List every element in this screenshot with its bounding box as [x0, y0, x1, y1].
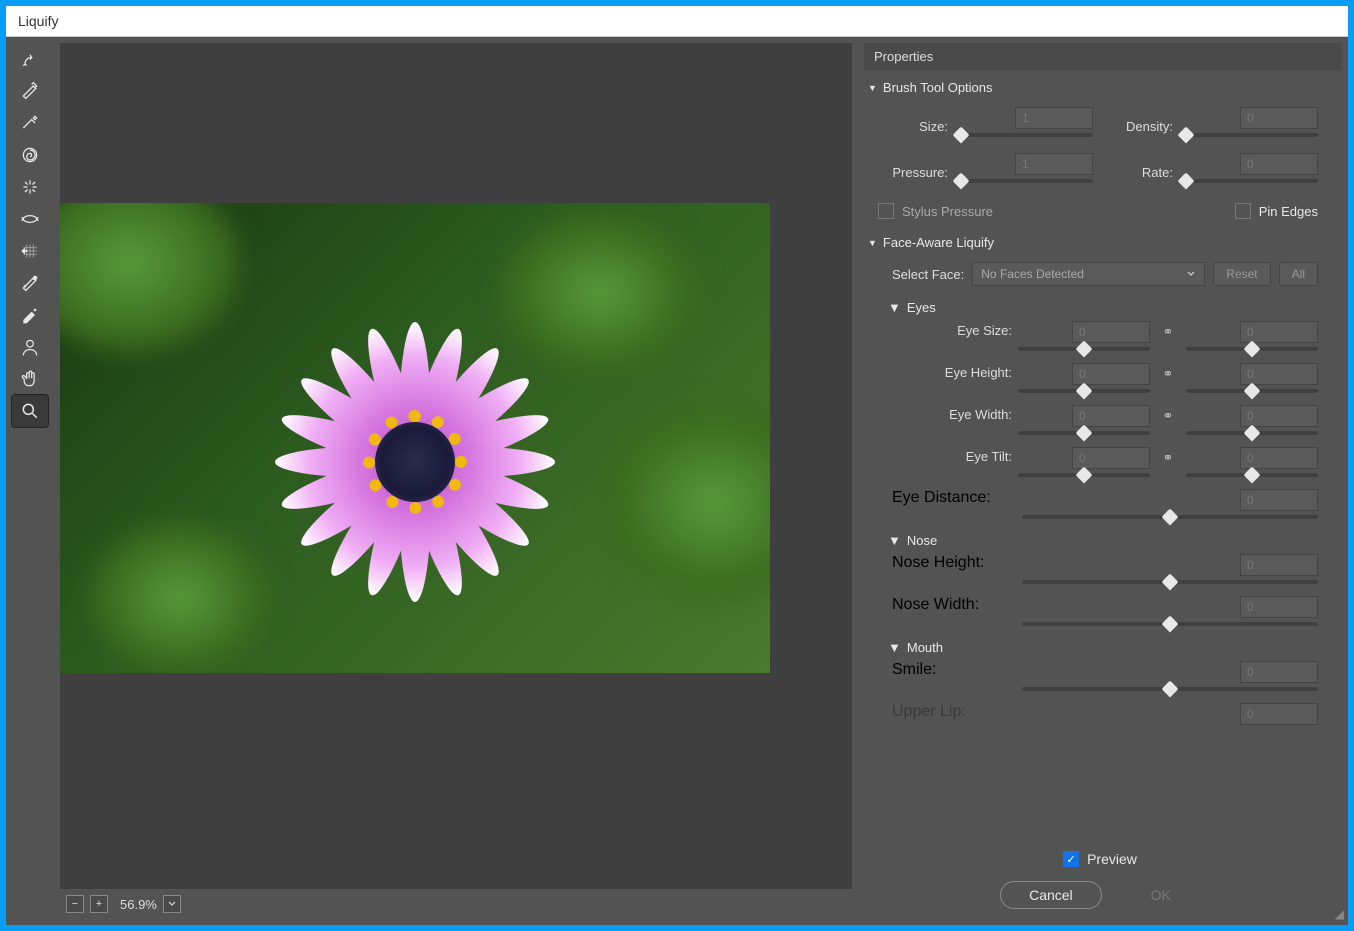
eye-distance-label: Eye Distance: [892, 489, 1012, 507]
upper-lip-label: Upper Lip: [892, 703, 1012, 721]
nose-height-slider[interactable] [1022, 578, 1318, 592]
eye-distance-slider[interactable] [1022, 513, 1318, 527]
eye-tilt-label: Eye Tilt: [892, 447, 1012, 464]
size-slider[interactable] [958, 131, 1093, 145]
bloat-tool-icon[interactable] [12, 203, 48, 235]
density-slider[interactable] [1183, 131, 1318, 145]
link-icon[interactable]: ⚭ [1156, 405, 1180, 427]
link-icon[interactable]: ⚭ [1156, 363, 1180, 385]
rate-label: Rate: [1103, 165, 1173, 180]
preview-checkbox[interactable]: ✓Preview [1063, 851, 1137, 867]
nose-width-label: Nose Width: [892, 596, 1012, 614]
zoom-in-button[interactable]: + [90, 895, 108, 913]
titlebar: Liquify [6, 6, 1348, 37]
link-icon[interactable]: ⚭ [1156, 321, 1180, 343]
face-tool-icon[interactable] [12, 331, 48, 363]
density-label: Density: [1103, 119, 1173, 134]
nose-width-slider[interactable] [1022, 620, 1318, 634]
eye-tilt-left-slider[interactable] [1018, 471, 1150, 485]
zoom-out-button[interactable]: − [66, 895, 84, 913]
properties-panel: Properties ▼Brush Tool Options Size: Den… [858, 37, 1348, 925]
mouth-subsection-header[interactable]: ▼Mouth [864, 636, 1332, 659]
smooth-tool-icon[interactable] [12, 107, 48, 139]
eye-distance-input[interactable] [1240, 489, 1318, 511]
face-section-header[interactable]: ▼Face-Aware Liquify [864, 229, 1332, 256]
rate-input[interactable] [1240, 153, 1318, 175]
zoom-tool-icon[interactable] [12, 395, 48, 427]
zoom-dropdown[interactable] [163, 895, 181, 913]
eye-height-label: Eye Height: [892, 363, 1012, 380]
pressure-label: Pressure: [878, 165, 948, 180]
pressure-slider[interactable] [958, 177, 1093, 191]
eye-width-left-input[interactable] [1072, 405, 1150, 427]
nose-width-input[interactable] [1240, 596, 1318, 618]
nose-subsection-header[interactable]: ▼Nose [864, 529, 1332, 552]
all-button[interactable]: All [1279, 262, 1318, 286]
liquify-window: Liquify [6, 6, 1348, 925]
forward-warp-tool-icon[interactable] [12, 43, 48, 75]
select-face-label: Select Face: [892, 267, 964, 282]
density-input[interactable] [1240, 107, 1318, 129]
push-left-tool-icon[interactable] [12, 235, 48, 267]
eye-tilt-left-input[interactable] [1072, 447, 1150, 469]
size-input[interactable] [1015, 107, 1093, 129]
resize-grip-icon[interactable]: ◢ [1335, 907, 1344, 921]
select-face-dropdown[interactable]: No Faces Detected [972, 262, 1205, 286]
eye-height-right-slider[interactable] [1186, 387, 1318, 401]
hand-tool-icon[interactable] [12, 363, 48, 395]
thaw-mask-tool-icon[interactable] [12, 299, 48, 331]
stylus-pressure-checkbox[interactable]: Stylus Pressure [878, 203, 993, 219]
eye-size-left-slider[interactable] [1018, 345, 1150, 359]
eye-height-left-input[interactable] [1072, 363, 1150, 385]
pucker-tool-icon[interactable] [12, 171, 48, 203]
eye-width-right-input[interactable] [1240, 405, 1318, 427]
smile-input[interactable] [1240, 661, 1318, 683]
cancel-button[interactable]: Cancel [1000, 881, 1102, 909]
eyes-subsection-header[interactable]: ▼Eyes [864, 296, 1332, 319]
pin-edges-checkbox[interactable]: Pin Edges [1235, 203, 1318, 219]
smile-slider[interactable] [1022, 685, 1318, 699]
eye-size-right-slider[interactable] [1186, 345, 1318, 359]
smile-label: Smile: [892, 661, 1012, 679]
twirl-tool-icon[interactable] [12, 139, 48, 171]
eye-size-label: Eye Size: [892, 321, 1012, 338]
eye-width-label: Eye Width: [892, 405, 1012, 422]
eye-width-left-slider[interactable] [1018, 429, 1150, 443]
canvas-status-bar: − + 56.9% [60, 889, 852, 919]
image-canvas[interactable] [60, 43, 852, 889]
eye-size-left-input[interactable] [1072, 321, 1150, 343]
nose-height-input[interactable] [1240, 554, 1318, 576]
brush-section-header[interactable]: ▼Brush Tool Options [864, 74, 1332, 101]
reset-button[interactable]: Reset [1213, 262, 1270, 286]
eye-tilt-right-input[interactable] [1240, 447, 1318, 469]
ok-button[interactable]: OK [1122, 881, 1200, 909]
pressure-input[interactable] [1015, 153, 1093, 175]
canvas-area: − + 56.9% [54, 37, 858, 925]
tool-sidebar [6, 37, 54, 925]
size-label: Size: [878, 119, 948, 134]
zoom-value: 56.9% [120, 897, 157, 912]
eye-size-right-input[interactable] [1240, 321, 1318, 343]
rate-slider[interactable] [1183, 177, 1318, 191]
upper-lip-input[interactable] [1240, 703, 1318, 725]
eye-width-right-slider[interactable] [1186, 429, 1318, 443]
eye-tilt-right-slider[interactable] [1186, 471, 1318, 485]
link-icon[interactable]: ⚭ [1156, 447, 1180, 469]
reconstruct-tool-icon[interactable] [12, 75, 48, 107]
panel-title: Properties [864, 43, 1342, 70]
nose-height-label: Nose Height: [892, 554, 1012, 572]
freeze-mask-tool-icon[interactable] [12, 267, 48, 299]
eye-height-left-slider[interactable] [1018, 387, 1150, 401]
eye-height-right-input[interactable] [1240, 363, 1318, 385]
